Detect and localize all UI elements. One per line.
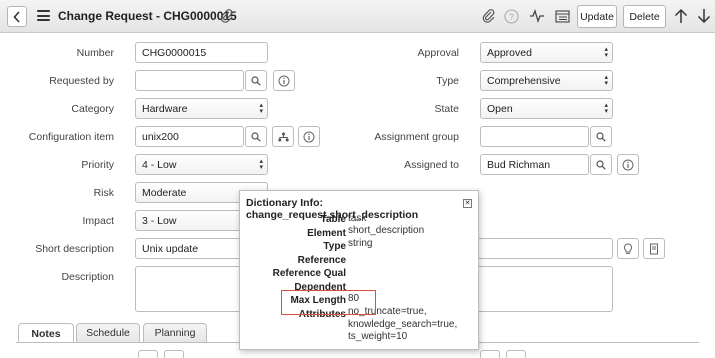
suggestion-button[interactable] <box>617 238 639 259</box>
arrow-up-icon[interactable] <box>670 6 692 26</box>
update-button[interactable]: Update <box>577 5 617 28</box>
popup-value-table: task <box>348 213 367 224</box>
toolbar-button[interactable] <box>480 350 500 358</box>
category-label: Category <box>71 103 114 115</box>
assignment-group-field[interactable] <box>480 126 589 147</box>
page-title: Change Request - CHG0000015 <box>58 9 237 23</box>
approval-value: Approved <box>487 46 532 59</box>
popup-key-element: Element <box>307 228 346 239</box>
search-icon <box>251 131 261 142</box>
toolbar-button[interactable] <box>138 350 158 358</box>
back-button[interactable] <box>7 6 27 27</box>
info-icon <box>622 159 634 170</box>
category-value: Hardware <box>142 102 188 115</box>
impact-value: 3 - Low <box>142 214 177 227</box>
popup-value-element: short_description <box>348 225 425 236</box>
risk-value: Moderate <box>142 186 187 199</box>
close-icon[interactable]: ✕ <box>463 199 472 208</box>
dictionary-info-popup: Dictionary Info: change_request.short_de… <box>239 190 479 350</box>
delete-button[interactable]: Delete <box>623 5 666 28</box>
popup-key-reference: Reference <box>297 255 346 266</box>
menu-icon[interactable] <box>37 10 50 21</box>
popup-key-reference-qual: Reference Qual <box>272 268 346 279</box>
attachment-icon[interactable] <box>478 6 500 26</box>
assigned-to-info-button[interactable] <box>617 154 639 175</box>
approval-select[interactable]: Approved ▴ ▾ <box>480 42 613 63</box>
assignment-group-lookup-button[interactable] <box>590 126 612 147</box>
search-icon <box>251 75 261 86</box>
toolbar-button[interactable] <box>164 350 184 358</box>
hierarchy-icon <box>277 132 289 141</box>
approval-label: Approval <box>417 47 459 59</box>
category-select[interactable]: Hardware ▴ ▾ <box>135 98 268 119</box>
lightbulb-icon <box>623 242 633 254</box>
personalize-form-icon[interactable] <box>551 6 573 26</box>
configuration-item-field[interactable]: unix200 <box>135 126 244 147</box>
short-description-label: Short description <box>35 243 114 255</box>
toolbar-button[interactable] <box>506 350 526 358</box>
activity-icon[interactable] <box>526 6 548 26</box>
assigned-to-lookup-button[interactable] <box>590 154 612 175</box>
type-label: Type <box>436 75 459 87</box>
tab-schedule[interactable]: Schedule <box>76 323 140 342</box>
type-select[interactable]: Comprehensive ▴ ▾ <box>480 70 613 91</box>
type-value: Comprehensive <box>487 74 561 87</box>
select-caret-icon: ▴ ▾ <box>259 158 263 171</box>
priority-value: 4 - Low <box>142 158 177 171</box>
max-length-highlight <box>281 290 376 315</box>
paperclip-icon[interactable] <box>216 6 238 26</box>
select-caret-icon: ▴ ▾ <box>604 102 608 115</box>
info-icon <box>303 131 315 142</box>
priority-label: Priority <box>81 159 114 171</box>
configuration-item-label: Configuration item <box>28 131 114 143</box>
state-select[interactable]: Open ▴ ▾ <box>480 98 613 119</box>
state-label: State <box>434 103 459 115</box>
arrow-down-icon[interactable] <box>693 6 715 26</box>
help-icon[interactable]: ? <box>500 6 522 26</box>
svg-text:?: ? <box>508 12 513 22</box>
tab-notes[interactable]: Notes <box>18 323 74 343</box>
select-caret-icon: ▴ ▾ <box>604 46 608 59</box>
number-label: Number <box>76 47 114 59</box>
chevron-left-icon <box>13 10 20 23</box>
requested-by-label: Requested by <box>49 75 114 87</box>
form-header: Change Request - CHG0000015 ? Update Del… <box>0 0 715 33</box>
select-caret-icon: ▴ ▾ <box>604 74 608 87</box>
assignment-group-label: Assignment group <box>374 131 459 143</box>
number-field[interactable]: CHG0000015 <box>135 42 268 63</box>
popup-key-table: Table <box>320 214 346 225</box>
risk-label: Risk <box>93 187 114 199</box>
search-icon <box>596 131 606 142</box>
requested-by-field[interactable] <box>135 70 244 91</box>
tab-planning[interactable]: Planning <box>143 323 207 342</box>
popup-key-type: Type <box>323 241 346 252</box>
select-caret-icon: ▴ ▾ <box>259 102 263 115</box>
description-label: Description <box>61 271 114 283</box>
state-value: Open <box>487 102 513 115</box>
requested-by-info-button[interactable] <box>273 70 295 91</box>
search-icon <box>596 159 606 170</box>
impact-label: Impact <box>82 215 114 227</box>
configuration-item-info-button[interactable] <box>298 126 320 147</box>
configuration-item-lookup-button[interactable] <box>245 126 267 147</box>
popup-value-type: string <box>348 238 373 249</box>
priority-select[interactable]: 4 - Low ▴ ▾ <box>135 154 268 175</box>
knowledge-search-button[interactable] <box>643 238 665 259</box>
info-icon <box>278 75 290 86</box>
dependency-map-button[interactable] <box>272 126 294 147</box>
book-icon <box>650 243 658 254</box>
requested-by-lookup-button[interactable] <box>245 70 267 91</box>
assigned-to-label: Assigned to <box>404 159 459 171</box>
assigned-to-field[interactable]: Bud Richman <box>480 154 589 175</box>
